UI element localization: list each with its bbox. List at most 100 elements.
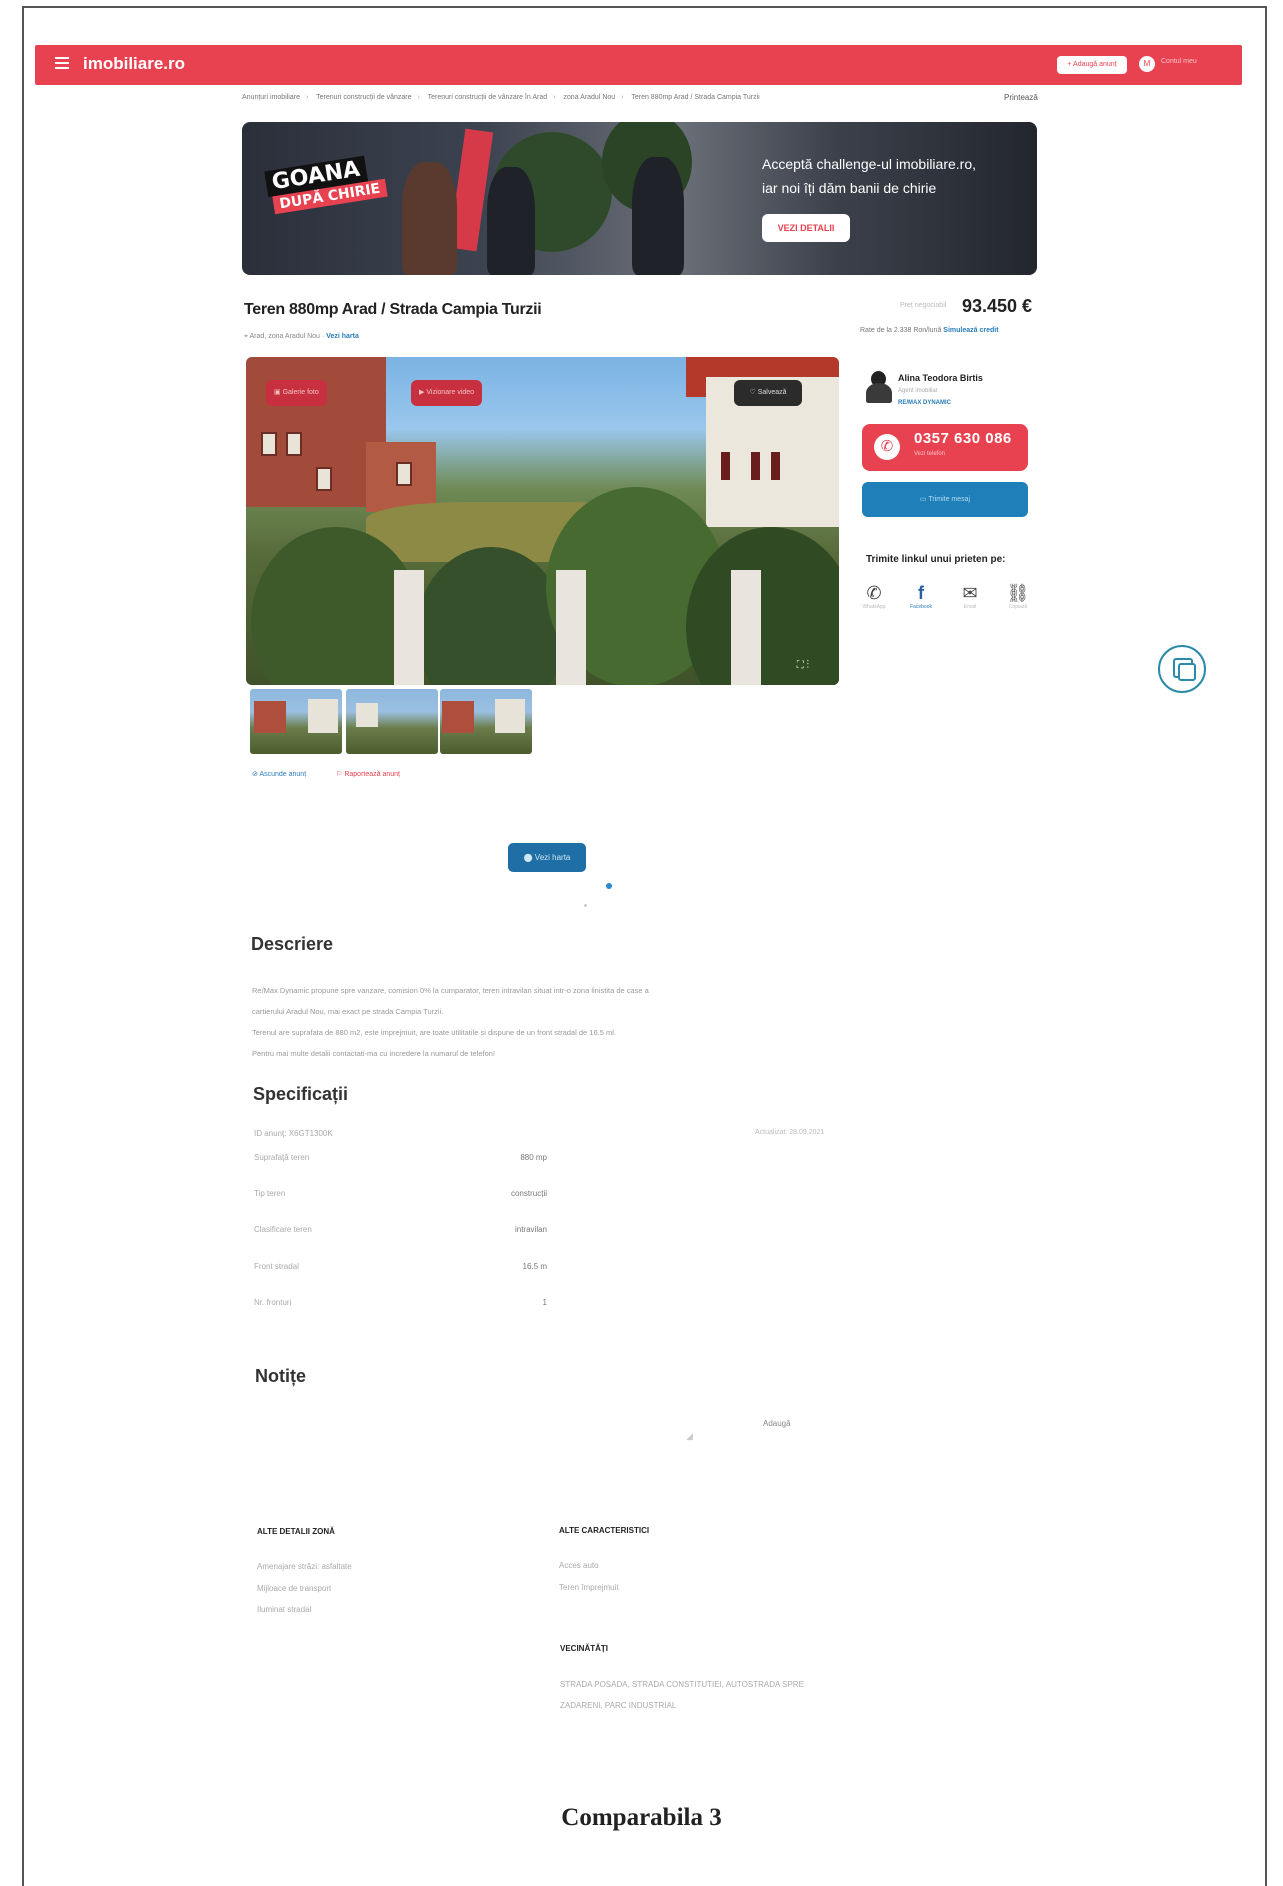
top-navigation-bar: imobiliare.ro + Adaugă anunț M Contul me… [35,45,1242,85]
phone-icon: ✆ [874,434,900,460]
photo-gate-pillar [731,570,761,685]
fullscreen-icon[interactable]: ⛶ ⋮ [797,660,809,671]
photo-thumbnail[interactable] [440,689,532,754]
listing-id: ID anunț: X6GT1300K [254,1129,333,1138]
credit-simulator-link[interactable]: Simulează credit [943,327,998,334]
email-icon: ✉ [962,583,978,603]
banner-details-button[interactable]: VEZI DETALII [762,214,850,242]
site-logo[interactable]: imobiliare.ro [83,54,185,74]
account-label[interactable]: Contul meu [1161,58,1197,65]
photo-window [396,462,412,486]
account-avatar[interactable]: M [1139,56,1155,72]
save-button-label: Salvează [757,389,787,396]
neighborhood-heading: VECINĂTĂȚI [560,1644,608,1653]
view-map-label: Vezi harta [534,853,571,862]
share-facebook-button[interactable]: f Facebook [901,582,941,610]
promo-banner[interactable]: GOANA DUPĂ CHIRIE Acceptă challenge-ul i… [242,122,1037,275]
banner-title: GOANA DUPĂ CHIRIE [264,153,388,215]
description-line: Pentru mai multe detalii contactati-ma c… [252,1049,496,1058]
photo-bush [416,547,566,685]
description-text: Re/Max Dynamic propune spre vanzare, com… [252,980,852,1064]
share-label: Copiază [1008,604,1028,610]
location-map-link[interactable]: Vezi harta [326,333,359,340]
spec-value: 16.5 m [522,1262,547,1271]
photo-gallery-button[interactable]: ▣ Galerie foto [266,380,327,406]
share-label: WhatsApp [862,604,886,610]
updated-date: Actualizat: 28.09.2021 [755,1129,825,1136]
photo-thumbnail[interactable] [250,689,342,754]
breadcrumb-separator: › [621,94,624,101]
map-pin-icon: ⬤ [523,853,533,862]
heart-icon: ♡ [749,389,756,396]
location-text: Arad, zona Aradul Nou [249,333,320,340]
thumb-house [356,703,378,727]
facebook-icon: f [918,583,924,603]
breadcrumb-item[interactable]: zona Aradul Nou [563,94,615,101]
resize-handle-icon[interactable]: ◢ [686,1431,693,1442]
print-link[interactable]: Printează [1004,93,1038,102]
video-tour-button[interactable]: ▶ Vizionare video [411,380,483,406]
document-caption: Comparabila 3 [561,1804,722,1831]
listing-price: 93.450 € [962,296,1033,316]
agency-name[interactable]: RE/MAX DYNAMIC [898,400,951,406]
photo-thumbnail[interactable] [346,689,438,754]
document-frame [22,6,1267,1886]
agent-phone-number: 0357 630 086 [914,430,1012,447]
breadcrumb-separator: › [553,94,556,101]
banner-text-line1: Acceptă challenge-ul imobiliare.ro, [762,156,976,172]
specs-heading: Specificații [253,1084,349,1104]
photo-window [286,432,302,456]
feature-item: Teren împrejmuit [559,1583,619,1592]
copy-link-button[interactable]: ⛓ Copiază [998,582,1038,610]
thumb-house [495,699,525,733]
whatsapp-icon: ✆ [866,583,882,603]
zone-detail-item: Amenajare străzi: asfaltate [257,1562,352,1571]
breadcrumb-item[interactable]: Terenuri construcții de vânzare [316,94,411,101]
breadcrumb-item[interactable]: Terenuri construcții de vânzare în Arad [428,94,547,101]
agent-name[interactable]: Alina Teodora Birtis [898,373,983,383]
spec-key: Nr. fronturi [254,1298,292,1307]
send-message-label: Trimite mesaj [928,496,971,503]
description-line: Re/Max Dynamic propune spre vanzare, com… [252,986,649,995]
add-note-button[interactable]: Adaugă [763,1419,791,1428]
zone-details-heading: ALTE DETALII ZONĂ [257,1527,335,1536]
view-map-button[interactable]: ⬤ Vezi harta [508,843,586,872]
spec-key: Suprafață teren [254,1153,310,1162]
breadcrumb: Anunțuri imobiliare › Terenuri construcți… [242,94,766,101]
banner-person [632,157,684,275]
show-phone-button[interactable]: ✆ 0357 630 086 Vezi telefon [862,424,1028,471]
spec-value: intravilan [514,1225,547,1234]
notes-heading: Notițe [255,1366,306,1386]
breadcrumb-item: Teren 880mp Arad / Strada Campia Turzii [631,94,760,101]
spec-key: Front stradal [254,1262,299,1271]
spec-value: 880 mp [520,1153,547,1162]
share-whatsapp-button[interactable]: ✆ WhatsApp [854,582,894,610]
gallery-icon: ▣ [274,389,281,396]
save-button[interactable]: ♡ Salvează [734,380,802,406]
banner-text-line2: iar noi îți dăm banii de chirie [762,180,937,196]
zone-detail-item: Mijloace de transport [257,1584,332,1593]
share-email-button[interactable]: ✉ Email [950,582,990,610]
map-marker [606,883,612,889]
banner-person [402,162,457,275]
gallery-button-label: Galerie foto [282,389,319,396]
breadcrumb-item[interactable]: Anunțuri imobiliare [242,94,300,101]
price-installments: Rate de la 2.338 Ron/lună Simulează cred… [860,327,999,334]
main-photo[interactable]: ▣ Galerie foto ▶ Vizionare video ♡ Salve… [246,357,839,685]
spec-key: Clasificare teren [254,1225,312,1234]
chat-icon[interactable] [1158,645,1206,693]
video-icon: ▶ [419,389,425,396]
thumb-house [308,699,338,733]
agent-role: Agent imobiliar [898,388,938,394]
send-message-button[interactable]: ▭ Trimite mesaj [862,482,1028,517]
spec-key: Tip teren [254,1189,286,1198]
video-button-label: Vizionare video [426,389,475,396]
spec-value: construcții [510,1189,547,1198]
thumb-house [442,701,474,733]
photo-gate-pillar [556,570,586,685]
menu-icon[interactable] [55,57,69,69]
agent-avatar [864,371,894,403]
hide-listing-link[interactable]: ⊘ Ascunde anunț [252,771,306,778]
report-listing-link[interactable]: ⚐ Raportează anunț [336,771,400,778]
add-listing-button[interactable]: + Adaugă anunț [1057,56,1127,74]
